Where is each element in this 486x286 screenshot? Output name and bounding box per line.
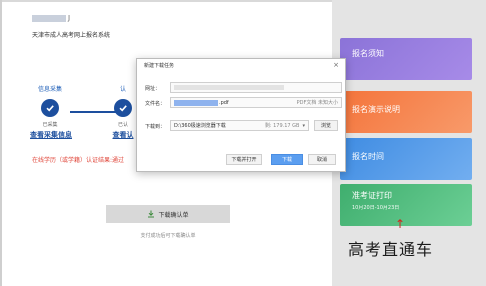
step-complete-icon [114, 99, 132, 117]
tile-registration-notice[interactable]: 报名须知 [340, 38, 472, 80]
tile-label: 报名须知 [352, 49, 384, 58]
tile-date-range: 10月20日-10月23日 [352, 205, 400, 211]
url-field[interactable] [170, 82, 342, 93]
filename-input[interactable]: .pdf PDF文档 未知大小 [170, 97, 342, 108]
redacted-url [174, 85, 284, 90]
new-download-dialog: 新建下载任务 × 网址： 文件名： .pdf PDF文档 未知大小 下载到： D… [136, 58, 346, 172]
download-confirmation-button[interactable]: 下载确认单 [106, 205, 230, 223]
view-collection-link[interactable]: 查看采集信息 [30, 130, 72, 140]
step-info-collection: 信息采集 已采集 查看采集信息 [30, 84, 72, 140]
step-title: 信息采集 [37, 86, 62, 93]
step-verification: 认 已认 查看认 [110, 84, 136, 140]
view-verification-link[interactable]: 查看认 [110, 130, 136, 140]
url-label: 网址： [145, 86, 161, 92]
cancel-button[interactable]: 取消 [308, 154, 336, 165]
download-to-label: 下载到： [145, 124, 166, 130]
user-name: J [32, 14, 110, 22]
download-path: D:\360极速浏览器下载 [174, 123, 226, 129]
verification-result: 在线学历（或学籍）认证结果:通过 [32, 157, 125, 164]
step-complete-icon [41, 99, 59, 117]
download-icon [148, 210, 155, 218]
download-path-select[interactable]: D:\360极速浏览器下载 剩: 179.17 GB ▾ [170, 120, 309, 131]
tile-admission-ticket-print[interactable]: 准考证打印 10月20日-10月23日 [340, 184, 472, 226]
system-name: 天津市成人高考网上报名系统 [32, 32, 111, 39]
download-hint: 支付成功后可下载确认单 [140, 233, 196, 239]
file-type-size: PDF文档 未知大小 [296, 100, 338, 106]
chevron-down-icon: ▾ [302, 122, 305, 129]
redacted-name [32, 14, 66, 22]
step-title: 认 [119, 86, 126, 93]
browse-button[interactable]: 浏览 [314, 120, 338, 131]
tile-demo-instructions[interactable]: 报名演示说明 [340, 91, 472, 133]
step-status: 已采集 [42, 122, 58, 128]
download-button[interactable]: 下载 [271, 154, 303, 165]
user-name-text: J [68, 14, 71, 22]
tile-label: 报名时间 [352, 152, 384, 161]
watermark-text: 高考直通车 [348, 240, 434, 259]
tile-registration-time[interactable]: 报名时间 [340, 138, 472, 180]
filename-extension: .pdf [219, 99, 229, 106]
dialog-title: 新建下载任务 [144, 63, 175, 69]
tile-label: 报名演示说明 [352, 105, 400, 114]
tile-label: 准考证打印 [352, 191, 392, 200]
user-header: J 天津市成人高考网上报名系统 [32, 14, 110, 39]
step-status: 已认 [117, 122, 128, 128]
free-space: 剩: 179.17 GB [264, 123, 300, 129]
download-button-label: 下载确认单 [158, 211, 189, 219]
red-arrow-annotation: ↑ [395, 217, 406, 231]
redacted-filename [174, 99, 218, 106]
download-and-open-button[interactable]: 下载并打开 [226, 154, 262, 165]
close-icon[interactable]: × [333, 61, 339, 69]
filename-label: 文件名： [145, 101, 166, 107]
